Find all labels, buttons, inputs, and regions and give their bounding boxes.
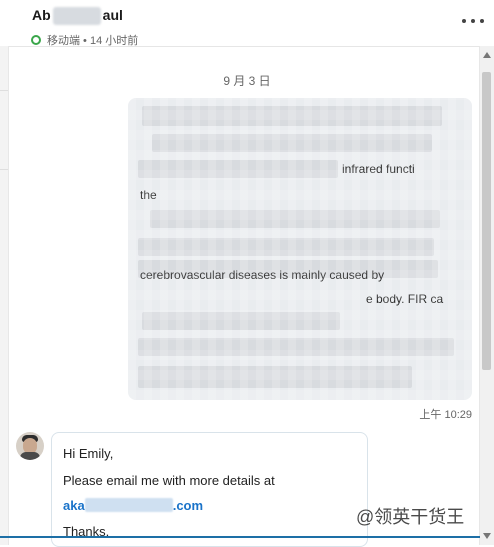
message-line: Hi Emily, xyxy=(63,446,114,461)
incoming-message-bubble: Hi Emily, Please email me with more deta… xyxy=(51,432,368,547)
redacted-block xyxy=(138,366,412,388)
presence-status: 移动端 • 14 小时前 xyxy=(31,32,138,48)
online-status-icon xyxy=(31,35,41,45)
name-redaction xyxy=(52,7,101,26)
left-panel-divider xyxy=(0,90,8,170)
left-panel-edge xyxy=(0,46,9,545)
more-dot-icon xyxy=(480,19,484,23)
more-options-button[interactable] xyxy=(462,16,484,26)
avatar-shirt xyxy=(20,452,40,460)
email-link[interactable]: aka .com xyxy=(63,498,203,513)
redacted-block xyxy=(142,106,442,126)
accent-line xyxy=(0,536,480,538)
message-fragment: infrared functi xyxy=(342,162,415,176)
email-redaction xyxy=(84,498,173,512)
redacted-block xyxy=(138,160,338,178)
contact-name-suffix: aul xyxy=(102,7,123,23)
scroll-thumb[interactable] xyxy=(482,72,491,370)
message-fragment: e body. FIR ca xyxy=(366,292,444,306)
message-line: Please email me with more details at xyxy=(63,473,275,488)
presence-text: 移动端 • 14 小时前 xyxy=(47,35,139,47)
scroll-down-icon[interactable] xyxy=(483,533,491,539)
email-suffix: .com xyxy=(172,498,204,513)
redacted-block xyxy=(138,238,434,256)
conversation-header: Ab aul 移动端 • 14 小时前 xyxy=(0,0,494,47)
more-dot-icon xyxy=(462,19,466,23)
outgoing-message-bubble: infrared functi the cerebrovascular dise… xyxy=(128,98,472,400)
email-line: aka .com xyxy=(63,498,203,513)
redacted-block xyxy=(138,338,454,356)
redacted-block xyxy=(152,134,432,152)
more-dot-icon xyxy=(471,19,475,23)
date-separator: 9 月 3 日 xyxy=(223,74,271,88)
watermark: @领英干货王 xyxy=(356,507,465,527)
message-fragment: cerebrovascular diseases is mainly cause… xyxy=(140,268,385,282)
redacted-block xyxy=(142,312,340,330)
contact-name-prefix: Ab xyxy=(32,7,51,23)
contact-name[interactable]: Ab aul xyxy=(32,7,123,26)
email-prefix: aka xyxy=(63,498,85,513)
scrollbar[interactable] xyxy=(479,46,494,545)
sender-avatar[interactable] xyxy=(16,432,44,460)
message-timestamp: 上午 10:29 xyxy=(419,409,472,421)
message-fragment: the xyxy=(140,188,157,202)
redacted-block xyxy=(150,210,440,228)
scroll-up-icon[interactable] xyxy=(483,52,491,58)
